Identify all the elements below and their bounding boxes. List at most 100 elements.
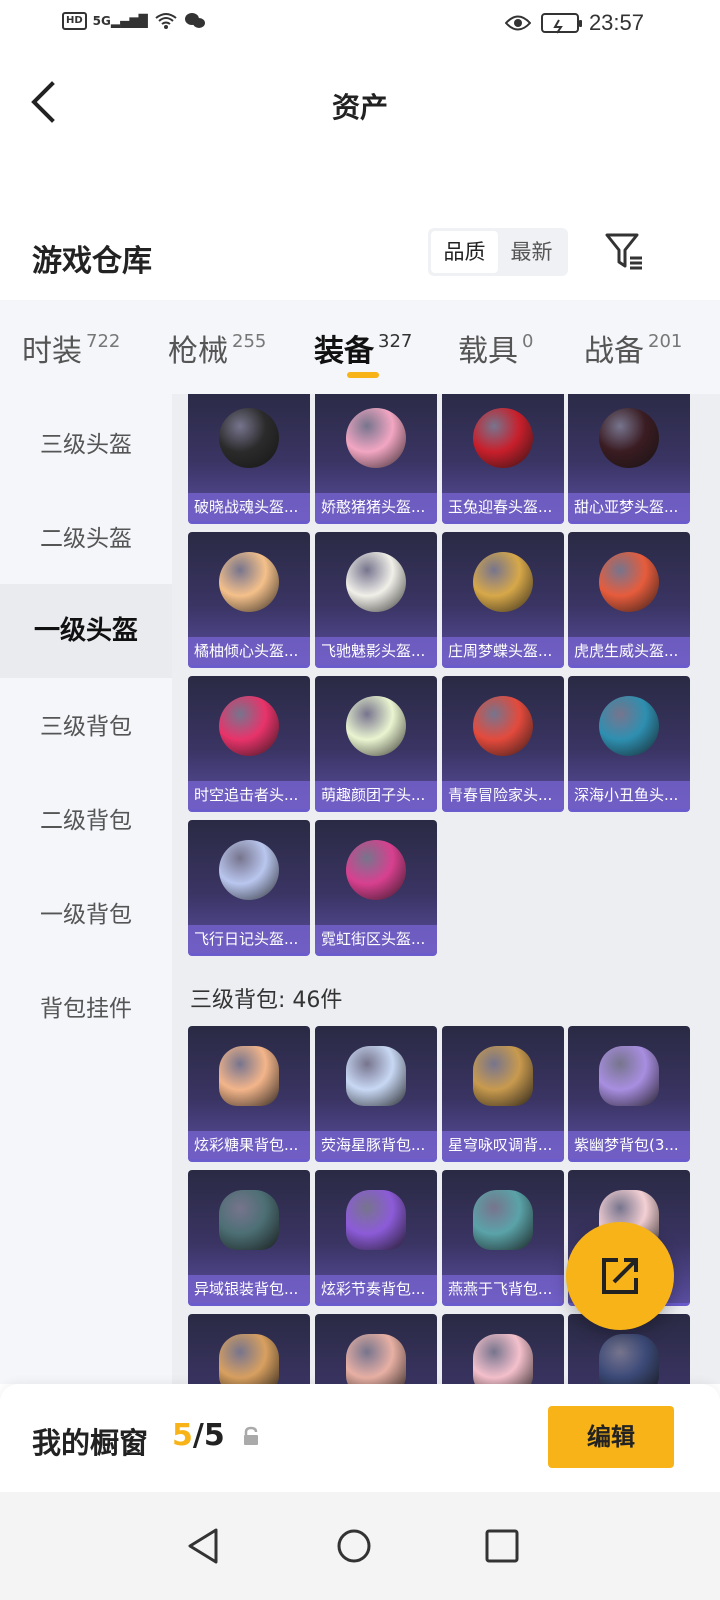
backpack-item-thumbnail <box>346 1046 406 1106</box>
5g-signal-icon: 5G▂▄▆█ <box>92 14 148 28</box>
helmet-item-name: 虎虎生威头盔... <box>568 637 690 665</box>
helmet-item-name: 玉兔迎春头盔... <box>442 493 564 521</box>
helmet-item-card[interactable]: 飞驰魅影头盔... <box>315 532 437 668</box>
helmet-item-card[interactable]: 霓虹街区头盔... <box>315 820 437 956</box>
app-header: 资产 <box>0 60 720 150</box>
helmet-item-card[interactable]: 飞行日记头盔... <box>188 820 310 956</box>
helmet-item-card[interactable]: 虎虎生威头盔... <box>568 532 690 668</box>
backpack-item-card[interactable]: 燕燕于飞背包... <box>442 1170 564 1306</box>
tab-equipment[interactable]: 装备 327 <box>314 326 412 370</box>
warehouse-title: 游戏仓库 <box>32 244 152 279</box>
helmet-item-card[interactable]: 庄周梦蝶头盔... <box>442 532 564 668</box>
backpack-item-card[interactable]: 炫彩糖果背包... <box>188 1026 310 1162</box>
helmet-item-card[interactable]: 深海小丑鱼头... <box>568 676 690 812</box>
share-icon <box>602 1258 638 1294</box>
helmet-item-card[interactable]: 玉兔迎春头盔... <box>442 394 564 524</box>
page-title: 资产 <box>331 91 388 124</box>
edit-button[interactable]: 编辑 <box>548 1406 674 1468</box>
tab-guns[interactable]: 枪械 255 <box>168 326 266 370</box>
sidebar-item-helmet-lv1[interactable]: 一级头盔 <box>0 584 172 678</box>
sidebar-item-backpack-lv2[interactable]: 二级背包 <box>0 774 172 868</box>
helmet-item-card[interactable]: 青春冒险家头... <box>442 676 564 812</box>
backpack-item-thumbnail <box>219 1046 279 1106</box>
backpack-item-name: 荧海星豚背包... <box>315 1131 437 1159</box>
backpack-item-name: 紫幽梦背包(3... <box>568 1131 690 1159</box>
sidebar-item-backpack-lv3[interactable]: 三级背包 <box>0 680 172 774</box>
sidebar-item-helmet-lv3[interactable]: 三级头盔 <box>0 398 172 492</box>
backpack-item-thumbnail <box>473 1046 533 1106</box>
helmet-item-thumbnail <box>346 408 406 468</box>
status-right: 23:57 <box>504 10 644 36</box>
backpack-item-thumbnail <box>599 1046 659 1106</box>
helmet-item-name: 橘柚倾心头盔... <box>188 637 310 665</box>
helmet-item-thumbnail <box>219 840 279 900</box>
showcase-count: 5/5 <box>172 1418 225 1453</box>
backpack-item-card[interactable] <box>442 1314 564 1384</box>
backpack-item-card[interactable] <box>188 1314 310 1384</box>
helmet-item-card[interactable]: 时空追击者头... <box>188 676 310 812</box>
helmet-item-card[interactable]: 甜心亚梦头盔... <box>568 394 690 524</box>
filter-button[interactable] <box>604 232 646 272</box>
backpack-item-card[interactable]: 荧海星豚背包... <box>315 1026 437 1162</box>
backpack-item-thumbnail <box>599 1334 659 1384</box>
status-bar: HD 5G▂▄▆█ 23:57 <box>0 0 720 50</box>
backpack-item-name: 燕燕于飞背包... <box>442 1275 564 1303</box>
helmet-item-thumbnail <box>473 696 533 756</box>
system-nav-bar <box>0 1492 720 1600</box>
helmet-item-thumbnail <box>219 552 279 612</box>
clock: 23:57 <box>588 10 644 35</box>
nav-recents-icon[interactable] <box>482 1526 522 1566</box>
backpack-item-card[interactable]: 星穹咏叹调背... <box>442 1026 564 1162</box>
helmet-item-name: 时空追击者头... <box>188 781 310 809</box>
wifi-icon <box>155 13 177 29</box>
sidebar-item-backpack-lv1[interactable]: 一级背包 <box>0 868 172 962</box>
helmet-item-name: 娇憨猪猪头盔... <box>315 493 437 521</box>
tab-fashion[interactable]: 时装 722 <box>22 326 120 370</box>
helmet-item-thumbnail <box>599 408 659 468</box>
backpack-item-thumbnail <box>346 1334 406 1384</box>
battery-icon <box>540 13 582 34</box>
backpack-item-thumbnail <box>219 1334 279 1384</box>
helmet-item-name: 甜心亚梦头盔... <box>568 493 690 521</box>
nav-back-icon[interactable] <box>184 1526 224 1566</box>
backpack-item-card[interactable] <box>315 1314 437 1384</box>
sort-newest-button[interactable]: 最新 <box>498 231 565 273</box>
helmet-item-thumbnail <box>346 840 406 900</box>
helmet-item-card[interactable]: 娇憨猪猪头盔... <box>315 394 437 524</box>
helmet-item-name: 霓虹街区头盔... <box>315 925 437 953</box>
backpack-item-name: 异域银装背包... <box>188 1275 310 1303</box>
filter-icon <box>605 233 642 270</box>
eye-icon <box>504 15 531 31</box>
nav-home-icon[interactable] <box>334 1526 374 1566</box>
helmet-item-name: 飞行日记头盔... <box>188 925 310 953</box>
helmet-item-thumbnail <box>473 552 533 612</box>
backpack-item-thumbnail <box>473 1190 533 1250</box>
backpack-item-card[interactable]: 紫幽梦背包(3... <box>568 1026 690 1162</box>
showcase-bar: 我的橱窗 5/5 编辑 <box>0 1384 720 1492</box>
helmet-item-card[interactable]: 萌趣颜团子头... <box>315 676 437 812</box>
backpack-item-card[interactable]: 炫彩节奏背包... <box>315 1170 437 1306</box>
helmet-item-name: 萌趣颜团子头... <box>315 781 437 809</box>
helmet-item-thumbnail <box>346 552 406 612</box>
helmet-item-thumbnail <box>219 408 279 468</box>
backpack-item-thumbnail <box>219 1190 279 1250</box>
tab-supplies[interactable]: 战备 201 <box>584 326 682 370</box>
helmet-item-thumbnail <box>473 408 533 468</box>
backpack-item-card[interactable]: 异域银装背包... <box>188 1170 310 1306</box>
status-left: HD 5G▂▄▆█ <box>62 12 206 30</box>
sidebar-item-backpack-charms[interactable]: 背包挂件 <box>0 962 172 1056</box>
subcategory-sidebar: 三级头盔 二级头盔 一级头盔 三级背包 二级背包 一级背包 背包挂件 <box>0 394 172 1384</box>
share-button[interactable] <box>566 1222 674 1330</box>
backpack-item-thumbnail <box>473 1334 533 1384</box>
backpack-group-label: 三级背包: 46件 <box>190 988 343 1013</box>
active-tab-indicator <box>347 372 379 378</box>
tab-vehicles[interactable]: 载具 0 <box>458 326 533 370</box>
warehouse-header: 游戏仓库 品质 最新 <box>0 222 720 300</box>
helmet-item-thumbnail <box>599 552 659 612</box>
wechat-icon <box>184 13 205 28</box>
sort-quality-button[interactable]: 品质 <box>431 231 498 273</box>
helmet-item-card[interactable]: 橘柚倾心头盔... <box>188 532 310 668</box>
helmet-item-card[interactable]: 破晓战魂头盔... <box>188 394 310 524</box>
sidebar-item-helmet-lv2[interactable]: 二级头盔 <box>0 492 172 586</box>
helmet-item-name: 青春冒险家头... <box>442 781 564 809</box>
